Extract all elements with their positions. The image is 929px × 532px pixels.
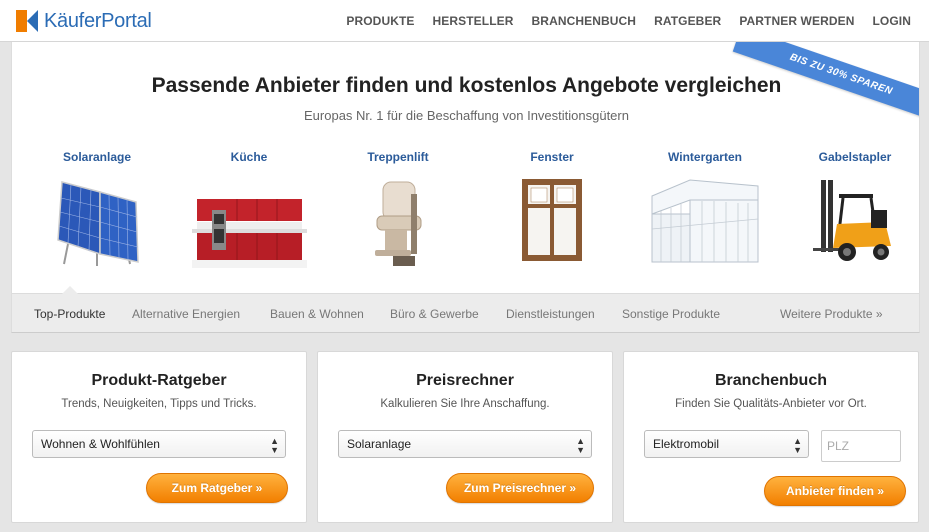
product-gabelstapler[interactable]: Gabelstapler [790, 150, 919, 269]
category-sonstige-produkte[interactable]: Sonstige Produkte [622, 307, 720, 321]
active-category-pointer [62, 286, 78, 294]
card-title: Preisrechner [416, 372, 514, 389]
nav-hersteller[interactable]: HERSTELLER [433, 14, 514, 28]
card-title: Produkt-Ratgeber [91, 372, 227, 389]
product-label: Solaranlage [62, 150, 132, 164]
zum-preisrechner-button[interactable]: Zum Preisrechner » [446, 473, 594, 503]
main-nav: PRODUKTE HERSTELLER BRANCHENBUCH RATGEBE… [328, 14, 911, 28]
product-label: Treppenlift [367, 150, 429, 164]
nav-partner-werden[interactable]: PARTNER WERDEN [739, 14, 854, 28]
category-alternative-energien[interactable]: Alternative Energien [132, 307, 240, 321]
product-label: Gabelstapler [818, 150, 892, 164]
branchenbuch-select[interactable]: Elektromobil ▲ ▼ [644, 430, 809, 458]
logo[interactable]: KäuferPortal [16, 9, 152, 33]
card-description: Finden Sie Qualitäts-Anbieter vor Ort. [675, 398, 867, 410]
zum-ratgeber-button[interactable]: Zum Ratgeber » [146, 473, 288, 503]
product-solaranlage[interactable]: Solaranlage [32, 150, 162, 269]
hero-subtitle: Europas Nr. 1 für die Beschaffung von In… [304, 108, 629, 123]
category-weitere-produkte[interactable]: Weitere Produkte » [780, 307, 883, 321]
nav-branchenbuch[interactable]: BRANCHENBUCH [532, 14, 637, 28]
preisrechner-select[interactable]: Solaranlage ▲ ▼ [338, 430, 592, 458]
category-dienstleistungen[interactable]: Dienstleistungen [506, 307, 595, 321]
select-arrows-icon: ▲ ▼ [793, 436, 802, 455]
select-value: Wohnen & Wohlfühlen [41, 437, 160, 451]
category-top-produkte[interactable]: Top-Produkte [34, 307, 105, 321]
conservatory-icon [651, 179, 759, 263]
category-bar: Top-Produkte Alternative Energien Bauen … [12, 286, 919, 332]
card-title: Branchenbuch [714, 372, 827, 389]
forklift-icon [813, 180, 891, 261]
product-list: Solaranlage Küche Treppenlift Fenster Wi… [12, 150, 919, 290]
card-branchenbuch: Branchenbuch Finden Sie Qualitäts-Anbiet… [623, 351, 919, 523]
ratgeber-select[interactable]: Wohnen & Wohlfühlen ▲ ▼ [32, 430, 286, 458]
card-description: Trends, Neuigkeiten, Tipps und Tricks. [61, 398, 257, 410]
category-bauen-wohnen[interactable]: Bauen & Wohnen [270, 307, 364, 321]
select-arrows-icon: ▲ ▼ [270, 436, 279, 455]
product-wintergarten[interactable]: Wintergarten [640, 150, 770, 269]
top-bar: KäuferPortal PRODUKTE HERSTELLER BRANCHE… [0, 0, 929, 42]
select-value: Solaranlage [347, 437, 412, 451]
card-produkt-ratgeber: Produkt-Ratgeber Trends, Neuigkeiten, Ti… [11, 351, 307, 523]
solar-panel-icon [57, 181, 139, 266]
window-icon [522, 179, 582, 261]
logo-icon [16, 10, 38, 32]
hero-title: Passende Anbieter finden und kostenlos A… [151, 74, 782, 97]
plz-input[interactable]: PLZ [821, 430, 901, 462]
card-description: Kalkulieren Sie Ihre Anschaffung. [380, 398, 550, 410]
product-kueche[interactable]: Küche [184, 150, 314, 269]
nav-produkte[interactable]: PRODUKTE [346, 14, 414, 28]
select-arrows-icon: ▲ ▼ [576, 436, 585, 455]
product-label: Fenster [530, 150, 574, 164]
product-label: Küche [230, 150, 268, 164]
nav-login[interactable]: LOGIN [873, 14, 912, 28]
logo-text: KäuferPortal [44, 9, 152, 32]
card-preisrechner: Preisrechner Kalkulieren Sie Ihre Anscha… [317, 351, 613, 523]
nav-ratgeber[interactable]: RATGEBER [654, 14, 721, 28]
category-buero-gewerbe[interactable]: Büro & Gewerbe [390, 307, 479, 321]
product-label: Wintergarten [668, 150, 742, 164]
select-value: Elektromobil [653, 437, 720, 451]
anbieter-finden-button[interactable]: Anbieter finden » [764, 476, 906, 506]
kitchen-icon [191, 199, 307, 268]
hero-panel: BIS ZU 30% SPAREN Passende Anbieter find… [11, 42, 920, 333]
product-treppenlift[interactable]: Treppenlift [333, 150, 463, 269]
product-fenster[interactable]: Fenster [487, 150, 617, 269]
stairlift-icon [375, 181, 422, 266]
